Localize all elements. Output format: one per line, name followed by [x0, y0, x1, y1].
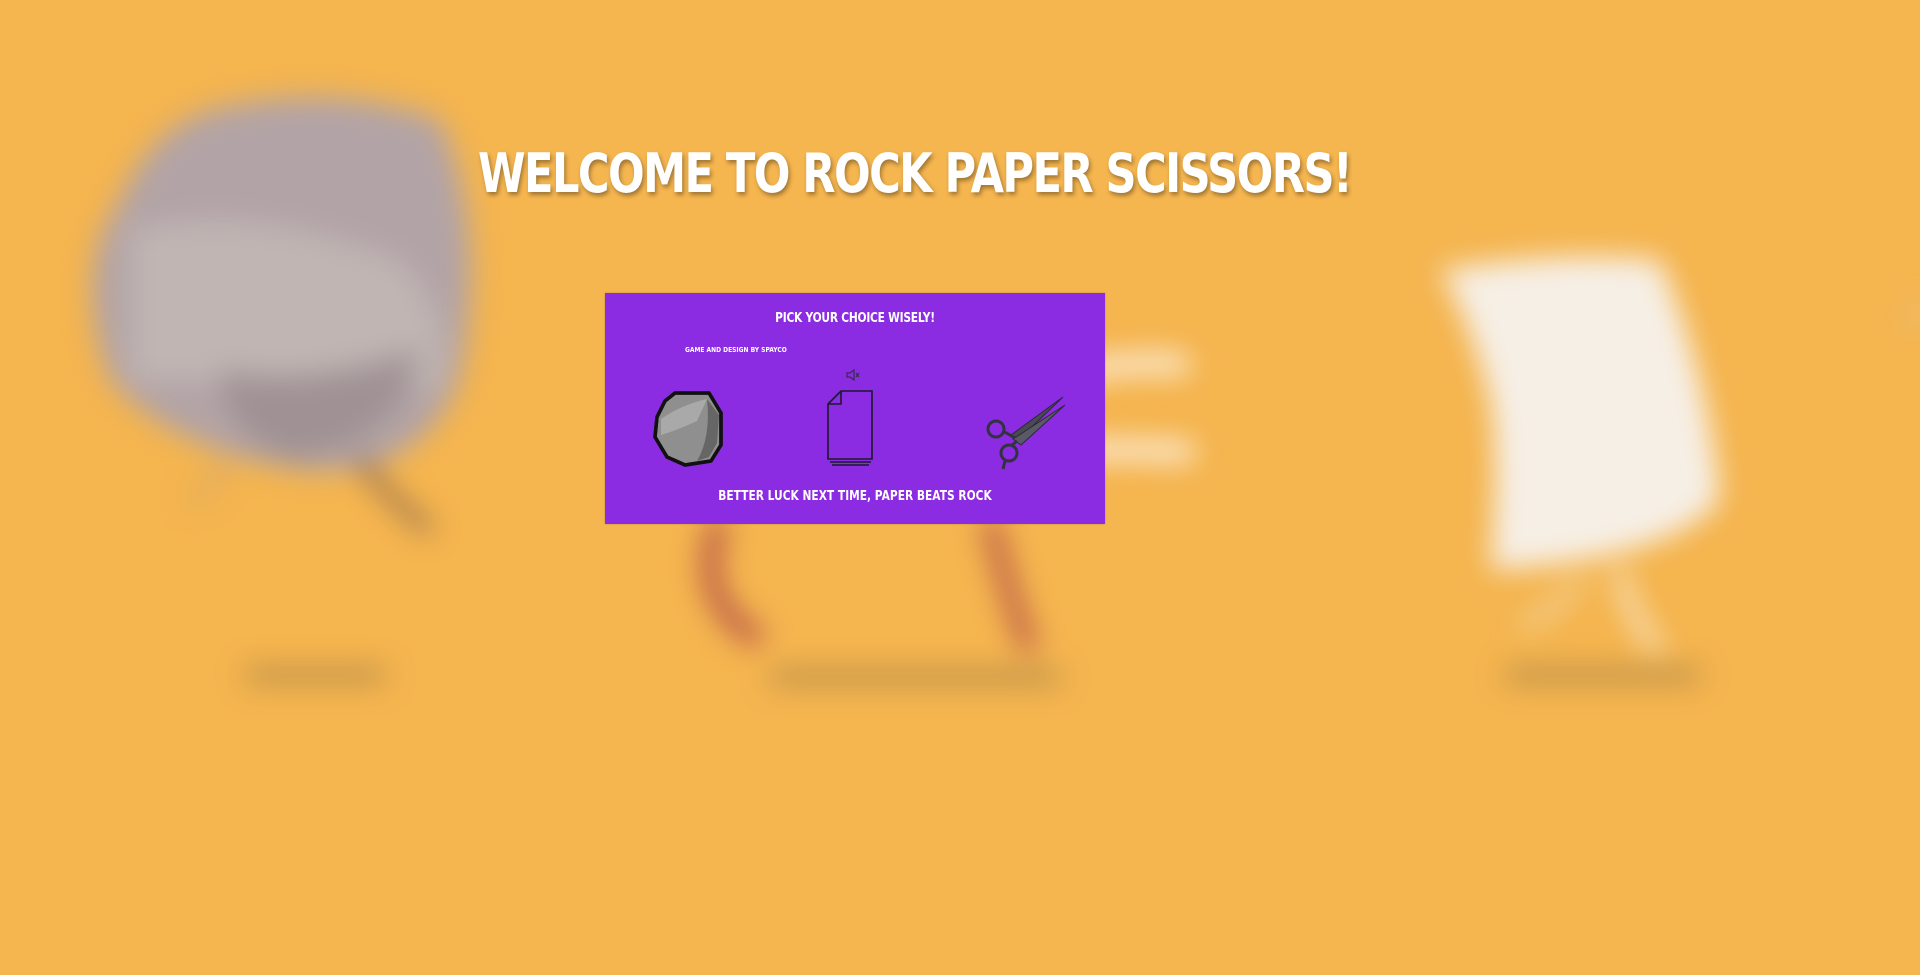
rock-icon [653, 391, 723, 467]
bg-rock-character [92, 97, 472, 682]
bg-paper-character [1440, 256, 1720, 682]
rock-choice-button[interactable] [651, 391, 729, 467]
paper-icon [827, 390, 873, 466]
scissors-choice-button[interactable] [983, 391, 1067, 471]
result-message: Better luck next time, paper beats rock [718, 489, 992, 504]
page-title: Welcome to Rock Paper Scissors! [478, 142, 1353, 205]
paper-choice-button[interactable] [825, 389, 877, 467]
game-panel: Pick your choice wisely! Game and design… [605, 293, 1105, 524]
scissors-icon [986, 396, 1066, 470]
speaker-mute-icon[interactable] [845, 367, 861, 383]
credit-text: Game and design by Spayco [685, 346, 787, 354]
panel-heading: Pick your choice wisely! [775, 311, 935, 326]
